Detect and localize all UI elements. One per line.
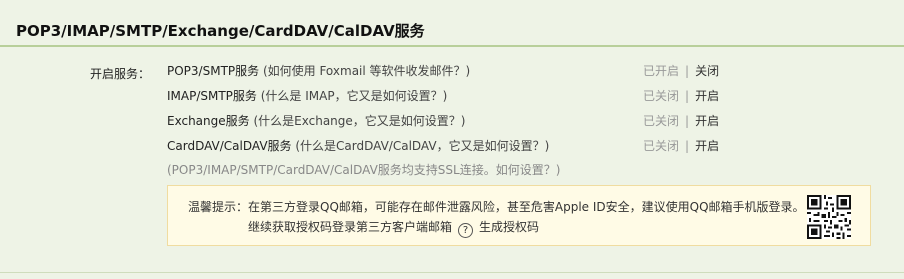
service-help-link[interactable]: (什么是CardDAV/CalDAV，它又是如何设置？)	[292, 139, 549, 153]
service-status-exchange: 已关闭 | 开启	[643, 112, 719, 132]
service-help-link[interactable]: (什么是Exchange，它又是如何设置？)	[250, 114, 465, 128]
service-status-pop3: 已开启 | 关闭	[643, 62, 719, 82]
help-circle-icon[interactable]: ?	[458, 223, 474, 238]
status-text: 已关闭	[643, 139, 680, 153]
service-name: POP3/SMTP服务	[167, 64, 260, 78]
section-title: POP3/IMAP/SMTP/Exchange/CardDAV/CalDAV服务	[16, 22, 425, 40]
services-label: 开启服务：	[90, 67, 151, 81]
service-name: Exchange服务	[167, 114, 250, 128]
divider: |	[685, 89, 690, 103]
service-row-pop3: POP3/SMTP服务 (如何使用 Foxmail 等软件收发邮件？)	[167, 62, 470, 82]
status-text: 已关闭	[643, 114, 680, 128]
tip-box: 温馨提示： 在第三方登录QQ邮箱，可能存在邮件泄露风险，甚至危害Apple ID…	[167, 185, 871, 246]
tip-text: 在第三方登录QQ邮箱，可能存在邮件泄露风险，甚至危害Apple ID安全，建议使…	[248, 200, 805, 214]
qr-code-icon	[807, 195, 851, 239]
title-divider	[0, 45, 904, 47]
toggle-open-button[interactable]: 开启	[695, 89, 719, 103]
toggle-close-button[interactable]: 关闭	[695, 64, 719, 78]
service-status-imap: 已关闭 | 开启	[643, 87, 719, 107]
divider: |	[685, 139, 690, 153]
service-name: CardDAV/CalDAV服务	[167, 139, 292, 153]
divider: |	[685, 64, 690, 78]
toggle-open-button[interactable]: 开启	[695, 114, 719, 128]
service-row-carddav: CardDAV/CalDAV服务 (什么是CardDAV/CalDAV，它又是如…	[167, 137, 549, 157]
service-row-imap: IMAP/SMTP服务 (什么是 IMAP，它又是如何设置？)	[167, 87, 447, 107]
ssl-note-link[interactable]: (POP3/IMAP/SMTP/CardDAV/CalDAV服务均支持SSL连接…	[167, 161, 560, 178]
service-help-link[interactable]: (什么是 IMAP，它又是如何设置？)	[257, 89, 448, 103]
toggle-open-button[interactable]: 开启	[695, 139, 719, 153]
status-text: 已开启	[643, 64, 680, 78]
tip-auth-line: 继续获取授权码登录第三方客户端邮箱? 生成授权码	[248, 218, 539, 238]
generate-auth-code-link[interactable]: 生成授权码	[479, 220, 539, 234]
service-status-carddav: 已关闭 | 开启	[643, 137, 719, 157]
service-name: IMAP/SMTP服务	[167, 89, 257, 103]
bottom-divider	[0, 272, 904, 273]
status-text: 已关闭	[643, 89, 680, 103]
service-help-link[interactable]: (如何使用 Foxmail 等软件收发邮件？)	[259, 64, 470, 78]
divider: |	[685, 114, 690, 128]
tip-label: 温馨提示：	[188, 200, 249, 214]
service-row-exchange: Exchange服务 (什么是Exchange，它又是如何设置？)	[167, 112, 465, 132]
tip-auth-text: 继续获取授权码登录第三方客户端邮箱	[248, 220, 453, 234]
